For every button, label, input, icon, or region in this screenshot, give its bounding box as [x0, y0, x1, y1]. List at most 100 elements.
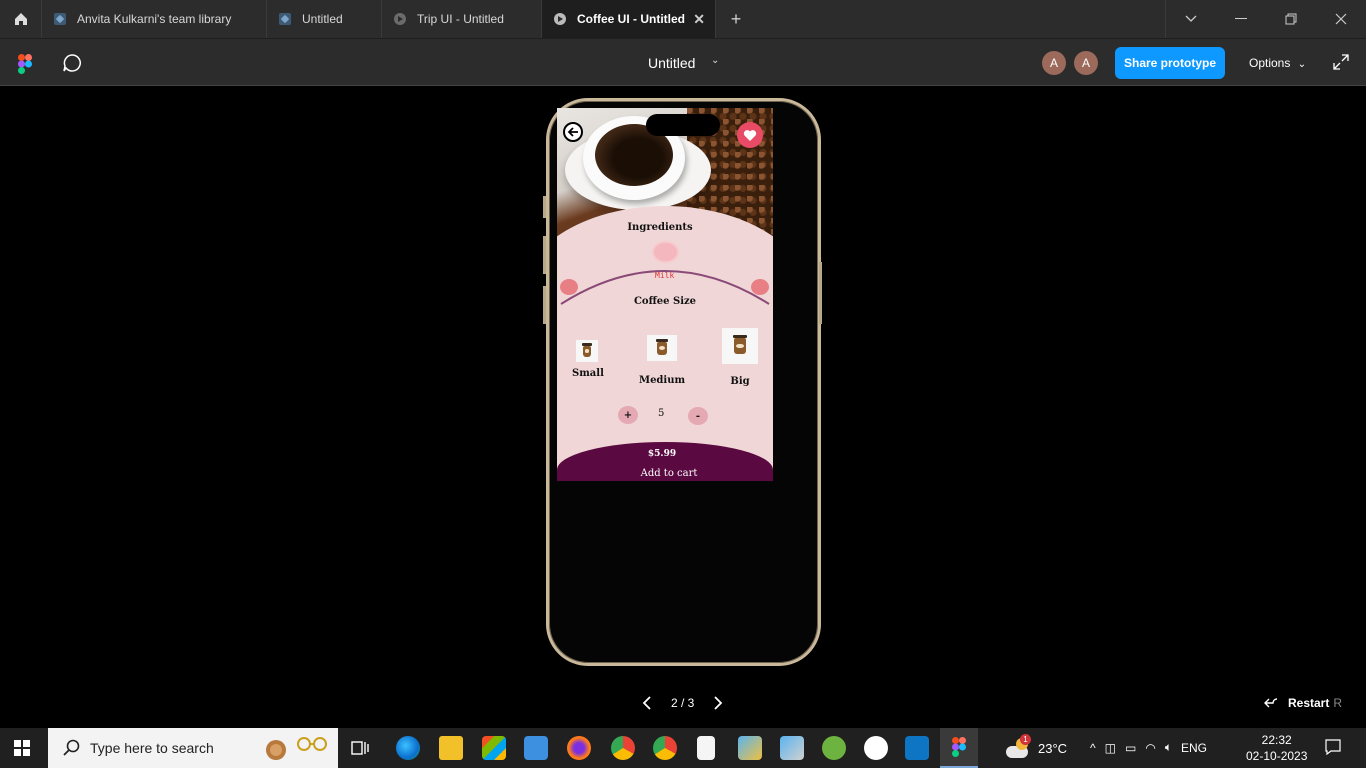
frame-counter: 2 / 3	[671, 696, 695, 710]
ingredient-label: Milk	[655, 271, 675, 280]
prototype-play-icon	[394, 13, 406, 25]
avatar[interactable]: A	[1074, 51, 1098, 75]
firefox-icon[interactable]	[567, 736, 591, 760]
back-button[interactable]	[563, 122, 583, 142]
file-explorer-icon[interactable]	[439, 736, 463, 760]
document-icon[interactable]	[697, 736, 715, 760]
favorite-button[interactable]	[737, 122, 763, 148]
document-title[interactable]: Untitled	[648, 55, 695, 71]
window-controls	[1165, 0, 1366, 38]
close-window-icon[interactable]	[1316, 0, 1366, 38]
size-option-big[interactable]: Big	[721, 328, 759, 387]
dynamic-island	[646, 114, 720, 136]
fullscreen-icon[interactable]	[1333, 54, 1349, 70]
phone-side-button	[543, 196, 546, 218]
new-tab-button[interactable]: +	[716, 0, 756, 38]
options-menu[interactable]: Options ⌄	[1249, 56, 1306, 70]
figma-taskbar-button[interactable]	[940, 728, 978, 768]
share-prototype-button[interactable]: Share prototype	[1115, 47, 1225, 79]
prototype-play-icon	[554, 13, 566, 25]
arrow-left-icon	[567, 127, 578, 137]
library-icon	[54, 13, 66, 25]
tab-trip-ui[interactable]: Trip UI - Untitled	[382, 0, 542, 38]
next-frame-icon[interactable]	[712, 695, 724, 711]
tab-label: Untitled	[302, 12, 343, 26]
cup-medium-icon	[647, 335, 677, 361]
volume-icon[interactable]: 🔈︎	[1165, 740, 1172, 755]
restart-shortcut: R	[1333, 696, 1343, 710]
phone-side-button	[819, 262, 822, 324]
restart-icon	[1264, 698, 1278, 708]
phone-side-button	[543, 286, 546, 324]
chrome-profile-icon[interactable]	[653, 736, 677, 760]
prototype-toolbar: Untitled ⌄ A A Share prototype Options ⌄	[0, 38, 1366, 86]
tab-team-library[interactable]: Anvita Kulkarni's team library	[42, 0, 267, 38]
language-indicator[interactable]: ENG	[1181, 741, 1207, 755]
tab-label: Coffee UI - Untitled	[577, 12, 685, 26]
battery-icon[interactable]: ▭	[1125, 741, 1136, 755]
restart-label: Restart	[1288, 696, 1330, 710]
tab-untitled[interactable]: Untitled	[267, 0, 382, 38]
chevron-up-icon[interactable]: ^	[1090, 741, 1096, 755]
chrome-icon[interactable]	[611, 736, 635, 760]
add-to-cart-label: Add to cart	[640, 468, 698, 479]
system-tray: ^ ◫ ▭ ◠ 🔈︎ ENG	[1090, 740, 1207, 755]
clock[interactable]: 22:32 02-10-2023	[1246, 732, 1307, 764]
temperature: 23°C	[1038, 740, 1068, 756]
taskbar-search[interactable]: Type here to search	[48, 728, 338, 768]
ingredient-milk-knob[interactable]	[652, 241, 679, 263]
tab-coffee-ui[interactable]: Coffee UI - Untitled ✕	[542, 0, 716, 38]
figma-logo-icon[interactable]	[18, 54, 32, 74]
previous-frame-icon[interactable]	[641, 695, 653, 711]
ingredient-knob-right[interactable]	[751, 279, 769, 295]
cup-big-icon	[722, 328, 758, 364]
spring-icon[interactable]	[822, 736, 846, 760]
minimize-icon[interactable]	[1216, 0, 1266, 38]
size-label-big: Big	[730, 376, 750, 387]
phone-side-button	[543, 236, 546, 274]
app-icon[interactable]	[864, 736, 888, 760]
wifi-icon[interactable]: ◠	[1145, 741, 1155, 755]
windows-taskbar: Type here to search 1 23°C ^ ◫ ▭ ◠ 🔈︎ EN…	[0, 728, 1366, 768]
tab-label: Anvita Kulkarni's team library	[77, 12, 232, 26]
windows-start-icon[interactable]	[14, 740, 30, 756]
restart-button[interactable]: Restart R	[1264, 696, 1342, 710]
figma-icon	[952, 737, 966, 757]
app-cube-icon[interactable]	[780, 736, 804, 760]
restore-icon[interactable]	[1266, 0, 1316, 38]
increment-button[interactable]: +	[618, 406, 638, 424]
notification-icon[interactable]	[1325, 739, 1341, 755]
mail-icon[interactable]	[524, 736, 548, 760]
ingredient-knob-left[interactable]	[560, 279, 578, 295]
task-view-icon[interactable]	[351, 739, 369, 757]
home-icon	[14, 13, 27, 25]
chevron-down-icon[interactable]: ⌄	[711, 55, 719, 66]
vscode-icon[interactable]	[905, 736, 929, 760]
price-label: $5.99	[647, 449, 677, 459]
meet-now-icon[interactable]: ◫	[1105, 741, 1116, 755]
options-label: Options	[1249, 56, 1291, 70]
weather-widget[interactable]: 1 23°C	[1006, 734, 1068, 758]
store-icon[interactable]	[482, 736, 506, 760]
tab-bar: Anvita Kulkarni's team library Untitled …	[0, 0, 1366, 38]
size-option-medium[interactable]: Medium	[639, 335, 685, 386]
quantity-value: 5	[658, 408, 665, 419]
home-button[interactable]	[0, 0, 42, 38]
decrement-button[interactable]: -	[688, 407, 708, 425]
tab-list-chevron-icon[interactable]	[1166, 0, 1216, 38]
search-highlight-icon	[266, 737, 327, 760]
app-cube-icon[interactable]	[738, 736, 762, 760]
tab-label: Trip UI - Untitled	[417, 12, 504, 26]
avatar[interactable]: A	[1042, 51, 1066, 75]
edge-icon[interactable]	[396, 736, 420, 760]
close-tab-icon[interactable]: ✕	[693, 11, 705, 28]
ingredients-heading: Ingredients	[627, 222, 693, 233]
comment-icon[interactable]	[62, 53, 82, 73]
search-icon	[63, 739, 80, 756]
weather-cloud-icon: 1	[1006, 734, 1031, 758]
size-label-medium: Medium	[639, 375, 686, 386]
app-screen: Ingredients Milk Coffee Size Small Mediu…	[557, 108, 773, 481]
size-option-small[interactable]: Small	[572, 340, 604, 379]
library-icon	[279, 13, 291, 25]
heart-icon	[743, 129, 757, 141]
